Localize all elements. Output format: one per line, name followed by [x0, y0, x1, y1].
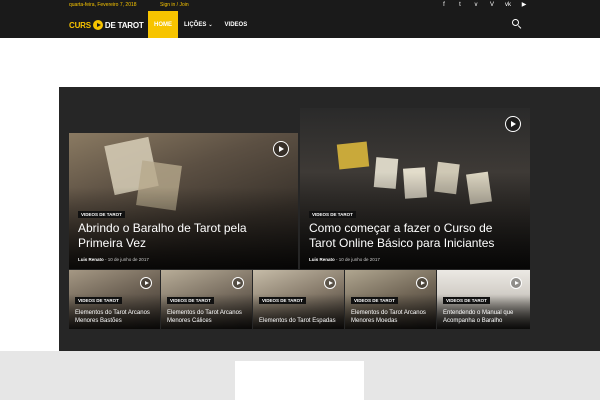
- video-title[interactable]: Como começar a fazer o Curso de Tarot On…: [309, 221, 518, 251]
- lower-section: [0, 351, 600, 400]
- social-icons: f t v V vk ▶: [440, 1, 528, 9]
- play-icon[interactable]: [324, 277, 336, 289]
- video-meta: Luis Renato - 10 de junho de 2017: [78, 257, 149, 262]
- nav-home[interactable]: HOME: [148, 11, 178, 38]
- vimeo-icon[interactable]: v: [472, 1, 480, 9]
- vine-icon[interactable]: V: [488, 1, 496, 9]
- featured-small-4[interactable]: VIDEOS DE TAROT Elementos do Tarot Arcan…: [345, 270, 436, 329]
- video-title[interactable]: Elementos do Tarot Arcanos Menores Moeda…: [351, 309, 432, 325]
- featured-small-2[interactable]: VIDEOS DE TAROT Elementos do Tarot Arcan…: [161, 270, 252, 329]
- category-badge[interactable]: VIDEOS DE TAROT: [351, 297, 398, 304]
- category-badge[interactable]: VIDEOS DE TAROT: [167, 297, 214, 304]
- category-badge[interactable]: VIDEOS DE TAROT: [259, 297, 306, 304]
- featured-videos: VIDEOS DE TAROT Abrindo o Baralho de Tar…: [59, 87, 600, 351]
- current-date: quarta-feira, Fevereiro 7, 2018: [69, 2, 137, 8]
- site-logo[interactable]: CURS DE TAROT: [69, 19, 144, 31]
- play-icon[interactable]: [416, 277, 428, 289]
- date: 10 de junho de 2017: [107, 257, 149, 262]
- category-badge[interactable]: VIDEOS DE TAROT: [443, 297, 490, 304]
- date: 10 de junho de 2017: [338, 257, 380, 262]
- category-badge[interactable]: VIDEOS DE TAROT: [309, 211, 356, 218]
- featured-small-3[interactable]: VIDEOS DE TAROT Elementos do Tarot Espad…: [253, 270, 344, 329]
- play-icon[interactable]: [232, 277, 244, 289]
- logo-text-2: DE TAROT: [104, 20, 144, 30]
- play-icon[interactable]: [505, 116, 521, 132]
- main-header: CURS DE TAROT HOME LIÇÕES ⌄ VIDEOS: [0, 11, 600, 38]
- category-badge[interactable]: VIDEOS DE TAROT: [75, 297, 122, 304]
- play-icon[interactable]: [510, 277, 522, 289]
- video-title[interactable]: Elementos do Tarot Espadas: [259, 317, 340, 325]
- video-title[interactable]: Elementos do Tarot Arcanos Menores Bastõ…: [75, 309, 156, 325]
- main-nav: HOME LIÇÕES ⌄ VIDEOS: [148, 11, 253, 38]
- nav-licoes[interactable]: LIÇÕES ⌄: [178, 11, 219, 38]
- search-icon[interactable]: [512, 19, 522, 30]
- logo-play-icon: [92, 20, 103, 30]
- chevron-down-icon: ⌄: [208, 21, 213, 28]
- nav-licoes-label: LIÇÕES: [184, 21, 207, 28]
- featured-small-1[interactable]: VIDEOS DE TAROT Elementos do Tarot Arcan…: [69, 270, 160, 329]
- featured-big-1[interactable]: VIDEOS DE TAROT Abrindo o Baralho de Tar…: [69, 133, 298, 269]
- nav-home-label: HOME: [154, 21, 172, 28]
- nav-videos[interactable]: VIDEOS: [219, 11, 254, 38]
- author[interactable]: Luis Renato: [309, 257, 335, 262]
- play-icon[interactable]: [140, 277, 152, 289]
- video-title[interactable]: Entendendo o Manual que Acompanha o Bara…: [443, 309, 526, 325]
- featured-small-5[interactable]: VIDEOS DE TAROT Entendendo o Manual que …: [437, 270, 530, 329]
- signin-link[interactable]: Sign in / Join: [160, 2, 189, 8]
- vk-icon[interactable]: vk: [504, 1, 512, 9]
- video-meta: Luis Renato - 10 de junho de 2017: [309, 257, 380, 262]
- content-card: [235, 361, 364, 400]
- play-icon[interactable]: [273, 141, 289, 157]
- twitter-icon[interactable]: t: [456, 1, 464, 9]
- video-title[interactable]: Abrindo o Baralho de Tarot pela Primeira…: [78, 221, 286, 251]
- video-title[interactable]: Elementos do Tarot Arcanos Menores Cálic…: [167, 309, 248, 325]
- category-badge[interactable]: VIDEOS DE TAROT: [78, 211, 125, 218]
- nav-videos-label: VIDEOS: [224, 21, 248, 28]
- logo-text-1: CURS: [69, 20, 91, 30]
- top-bar: quarta-feira, Fevereiro 7, 2018 Sign in …: [0, 0, 600, 11]
- featured-big-2[interactable]: VIDEOS DE TAROT Como começar a fazer o C…: [300, 108, 530, 269]
- author[interactable]: Luis Renato: [78, 257, 104, 262]
- youtube-icon[interactable]: ▶: [520, 1, 528, 9]
- facebook-icon[interactable]: f: [440, 1, 448, 9]
